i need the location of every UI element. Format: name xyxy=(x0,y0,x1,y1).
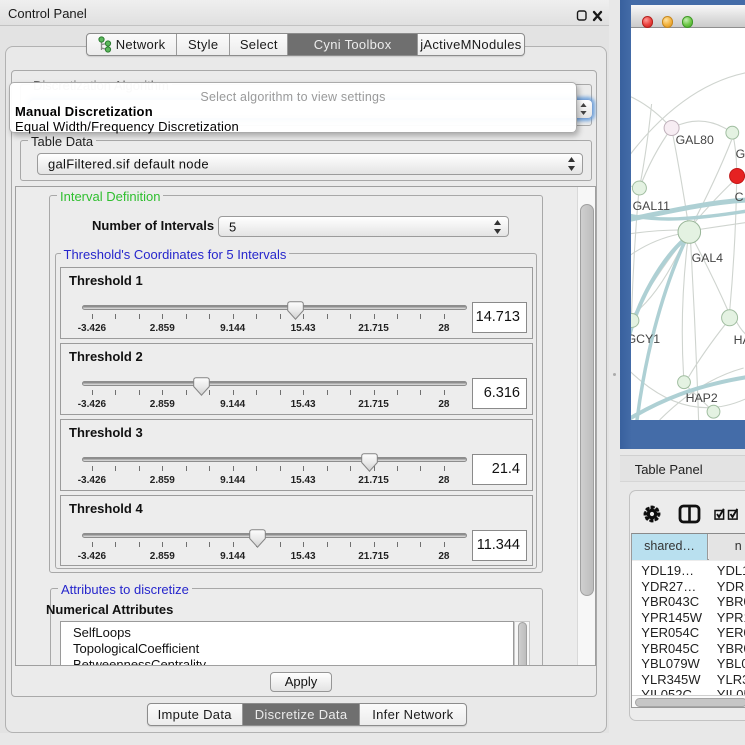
svg-text:C: C xyxy=(735,190,744,204)
svg-text:GAL80: GAL80 xyxy=(676,133,714,147)
svg-text:GCY1: GCY1 xyxy=(631,332,660,346)
svg-text:GA: GA xyxy=(736,147,745,161)
svg-text:HA: HA xyxy=(734,333,745,347)
svg-text:GAL11: GAL11 xyxy=(633,199,670,213)
svg-text:HAP2: HAP2 xyxy=(686,391,718,405)
svg-text:GAL4: GAL4 xyxy=(692,251,724,265)
